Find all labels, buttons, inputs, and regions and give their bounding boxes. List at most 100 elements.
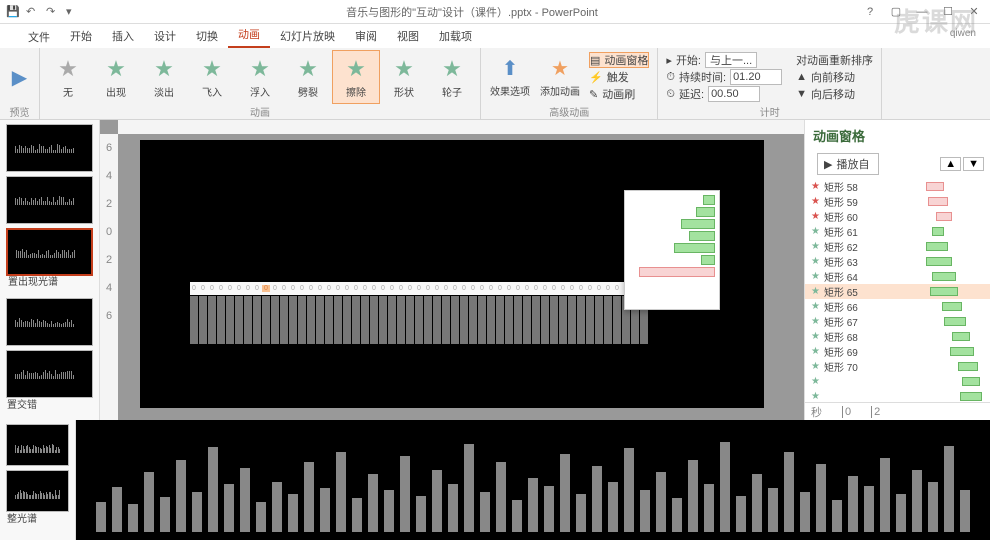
anim-effect-浮入[interactable]: ★浮入 [236, 50, 284, 104]
slide-editor[interactable]: 6420246 00000000000000000000000000000000… [100, 120, 804, 420]
timeline-bar[interactable] [942, 302, 962, 311]
spectrum-bar[interactable] [559, 296, 567, 344]
spectrum-bar[interactable] [586, 296, 594, 344]
animation-item[interactable]: ★ [805, 374, 990, 389]
spectrum-bar[interactable] [568, 296, 576, 344]
maximize-icon[interactable]: ☐ [936, 3, 960, 21]
timeline-bar[interactable] [932, 227, 944, 236]
spectrum-bar[interactable] [595, 296, 603, 344]
tab-加载项[interactable]: 加载项 [429, 24, 482, 48]
tab-动画[interactable]: 动画 [228, 22, 270, 48]
spectrum-bar[interactable] [190, 296, 198, 344]
animation-pane-button[interactable]: ▤动画窗格 [589, 52, 649, 68]
timeline-bar[interactable] [944, 317, 966, 326]
spectrum-bar[interactable] [496, 296, 504, 344]
tab-幻灯片放映[interactable]: 幻灯片放映 [270, 24, 345, 48]
add-animation-button[interactable]: ★添加动画 [535, 50, 585, 104]
move-earlier-button[interactable]: ▲向前移动 [796, 69, 873, 85]
slide-thumbnail[interactable] [6, 124, 93, 172]
anim-effect-无[interactable]: ★无 [44, 50, 92, 104]
move-down-button[interactable]: ▼ [963, 157, 984, 171]
animation-item[interactable]: ★矩形 70 [805, 359, 990, 374]
spectrum-bar[interactable] [613, 296, 621, 344]
timeline-bar[interactable] [926, 242, 948, 251]
spectrum-bar[interactable] [406, 296, 414, 344]
minimize-icon[interactable]: — [910, 3, 934, 21]
spectrum-bar[interactable] [298, 296, 306, 344]
play-from-button[interactable]: ▶播放自 [817, 153, 879, 175]
slide-canvas[interactable]: 0000000000000000000000000000000000000000… [140, 140, 764, 408]
timeline-bar[interactable] [952, 332, 970, 341]
spectrum-bar[interactable] [433, 296, 441, 344]
trigger-button[interactable]: ⚡触发 [589, 69, 649, 85]
spectrum-bar[interactable] [550, 296, 558, 344]
spectrum-bar[interactable] [487, 296, 495, 344]
animation-item[interactable]: ★矩形 58 [805, 179, 990, 194]
slide-thumbnail[interactable]: 整光谱 [6, 470, 69, 512]
anim-effect-出现[interactable]: ★出现 [92, 50, 140, 104]
spectrum-bar[interactable] [388, 296, 396, 344]
spectrum-bar[interactable] [262, 296, 270, 344]
spectrum-bar[interactable] [307, 296, 315, 344]
animation-item[interactable]: ★矩形 65 [805, 284, 990, 299]
start-row[interactable]: ▸开始:与上一... [666, 52, 782, 68]
undo-icon[interactable]: ↶ [26, 5, 40, 19]
timeline-bar[interactable] [930, 287, 958, 296]
effect-options-button[interactable]: ⬆效果选项 [485, 50, 535, 104]
timeline-bar[interactable] [936, 212, 952, 221]
animation-item[interactable]: ★矩形 67 [805, 314, 990, 329]
slide-thumbnail[interactable] [6, 298, 93, 346]
spectrum-bar[interactable] [361, 296, 369, 344]
spectrum-bar[interactable] [469, 296, 477, 344]
animation-item[interactable]: ★矩形 66 [805, 299, 990, 314]
spectrum-bar[interactable] [352, 296, 360, 344]
delay-row[interactable]: ⏲延迟:00.50 [666, 86, 782, 102]
animation-item[interactable]: ★矩形 64 [805, 269, 990, 284]
animation-item[interactable]: ★矩形 63 [805, 254, 990, 269]
timeline-bar[interactable] [926, 182, 944, 191]
spectrum-bar[interactable] [514, 296, 522, 344]
spectrum-bar[interactable] [199, 296, 207, 344]
save-icon[interactable]: 💾 [6, 5, 20, 19]
timeline-bar[interactable] [960, 392, 982, 401]
slide-thumbnail[interactable]: 置交错 [6, 350, 93, 398]
animation-painter-button[interactable]: ✎动画刷 [589, 86, 649, 102]
spectrum-bar[interactable] [244, 296, 252, 344]
spectrum-bar[interactable] [379, 296, 387, 344]
spectrum-bar[interactable] [478, 296, 486, 344]
spectrum-bar[interactable] [541, 296, 549, 344]
anim-effect-劈裂[interactable]: ★劈裂 [284, 50, 332, 104]
tab-切换[interactable]: 切换 [186, 24, 228, 48]
anim-effect-飞入[interactable]: ★飞入 [188, 50, 236, 104]
spectrum-bar[interactable] [217, 296, 225, 344]
animation-item[interactable]: ★矩形 61 [805, 224, 990, 239]
animation-item[interactable]: ★矩形 68 [805, 329, 990, 344]
spectrum-bar[interactable] [343, 296, 351, 344]
animation-item[interactable]: ★矩形 60 [805, 209, 990, 224]
tab-审阅[interactable]: 审阅 [345, 24, 387, 48]
spectrum-bar[interactable] [325, 296, 333, 344]
spectrum-bar[interactable] [442, 296, 450, 344]
close-icon[interactable]: ✕ [962, 3, 986, 21]
anim-effect-轮子[interactable]: ★轮子 [428, 50, 476, 104]
file-tab[interactable]: 文件 [18, 26, 60, 48]
preview-button[interactable]: ▶ [4, 50, 35, 104]
timeline-bar[interactable] [926, 257, 952, 266]
spectrum-bar[interactable] [226, 296, 234, 344]
spectrum-bar[interactable] [604, 296, 612, 344]
spectrum-bar[interactable] [424, 296, 432, 344]
spectrum-bar[interactable] [280, 296, 288, 344]
timeline-bar[interactable] [932, 272, 956, 281]
redo-icon[interactable]: ↷ [46, 5, 60, 19]
spectrum-bar[interactable] [505, 296, 513, 344]
duration-row[interactable]: ⏱持续时间:01.20 [666, 69, 782, 85]
tab-设计[interactable]: 设计 [144, 24, 186, 48]
slide-thumbnail[interactable] [6, 176, 93, 224]
spectrum-bar[interactable] [235, 296, 243, 344]
ribbon-options-icon[interactable]: ▢ [884, 3, 908, 21]
tab-开始[interactable]: 开始 [60, 24, 102, 48]
spectrum-bar[interactable] [208, 296, 216, 344]
animation-item[interactable]: ★矩形 59 [805, 194, 990, 209]
anim-effect-淡出[interactable]: ★淡出 [140, 50, 188, 104]
move-later-button[interactable]: ▼向后移动 [796, 86, 873, 102]
